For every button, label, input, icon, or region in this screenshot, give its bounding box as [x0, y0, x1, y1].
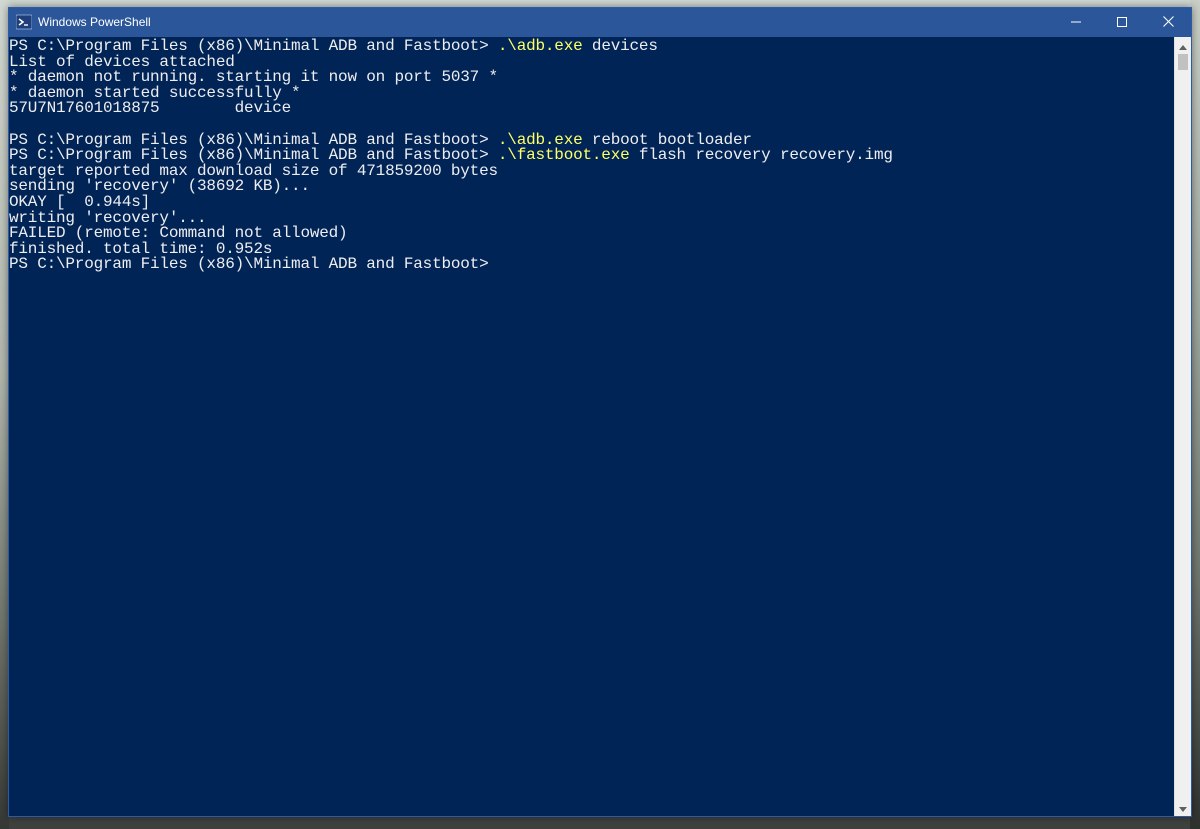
minimize-icon	[1071, 14, 1081, 32]
powershell-icon	[15, 14, 33, 30]
minimize-button[interactable]	[1053, 8, 1099, 37]
maximize-button[interactable]	[1099, 8, 1145, 37]
command-name: .\adb.exe	[497, 37, 583, 55]
close-icon	[1162, 14, 1174, 32]
console-area[interactable]: PS C:\Program Files (x86)\Minimal ADB an…	[9, 37, 1175, 816]
console-line[interactable]: PS C:\Program Files (x86)\Minimal ADB an…	[9, 255, 1175, 274]
scroll-up-arrow-icon	[1179, 37, 1187, 55]
title-bar[interactable]: Windows PowerShell	[9, 8, 1191, 37]
vertical-scrollbar[interactable]	[1174, 37, 1191, 816]
scroll-down-arrow-icon	[1179, 799, 1187, 817]
command-args: flash recovery recovery.img	[629, 146, 893, 165]
powershell-window[interactable]: Windows PowerShell PS C:\Program Files (…	[8, 7, 1192, 817]
scroll-thumb[interactable]	[1178, 54, 1188, 70]
console-line: sending 'recovery' (38692 KB)...	[9, 177, 310, 196]
command-args: devices	[582, 37, 658, 55]
command-name: .\fastboot.exe	[497, 146, 630, 165]
scroll-up-button[interactable]	[1175, 37, 1191, 54]
maximize-icon	[1117, 14, 1127, 32]
scroll-down-button[interactable]	[1175, 799, 1191, 816]
console-output: PS C:\Program Files (x86)\Minimal ADB an…	[9, 37, 1175, 273]
console-line: 57U7N17601018875 device	[9, 99, 292, 118]
window-title: Windows PowerShell	[38, 15, 151, 29]
prompt-text: PS C:\Program Files (x86)\Minimal ADB an…	[9, 255, 489, 274]
close-button[interactable]	[1145, 8, 1191, 37]
